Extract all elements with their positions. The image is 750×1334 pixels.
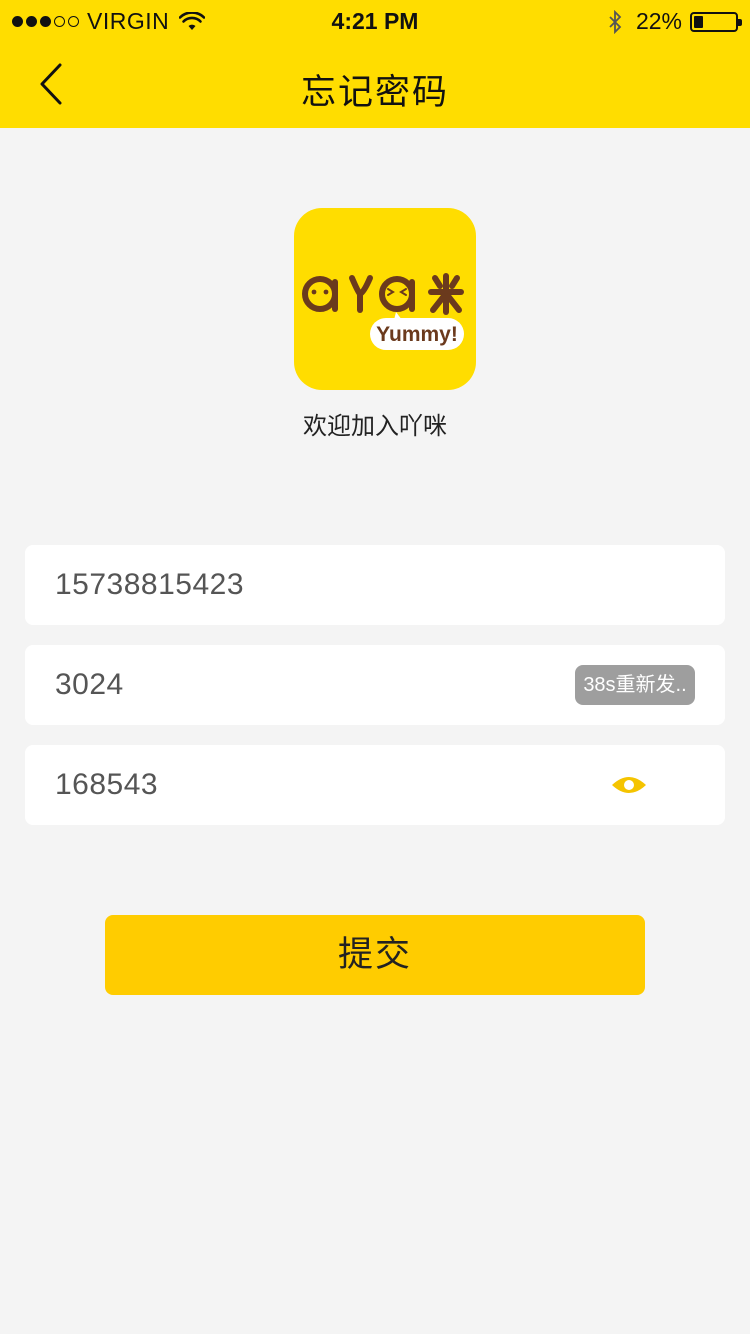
submit-button[interactable]: 提交 [105, 915, 645, 995]
page-title: 忘记密码 [300, 73, 449, 112]
battery-percent: 22% [635, 8, 682, 34]
navigation-bar: 忘记密码 [0, 40, 750, 128]
status-right: 22% [608, 8, 742, 35]
logo-badge-text: Yummy! [376, 323, 458, 346]
phone-field [25, 545, 725, 625]
bluetooth-icon [609, 9, 622, 34]
app-logo: Yummy! [294, 208, 476, 390]
battery-level [694, 15, 703, 28]
status-bar: VIRGIN 4:21 PM 22% [0, 0, 750, 40]
welcome-text: 欢迎加入吖咪 [303, 413, 447, 440]
eye-icon[interactable] [611, 773, 647, 797]
verification-code-input[interactable] [55, 645, 575, 725]
verification-code-field: 38s重新发.. [25, 645, 725, 725]
password-field [25, 745, 725, 825]
battery-icon [690, 11, 742, 32]
password-input[interactable] [55, 745, 575, 825]
phone-input[interactable] [55, 545, 575, 625]
resend-code-button[interactable]: 38s重新发.. [575, 665, 695, 705]
